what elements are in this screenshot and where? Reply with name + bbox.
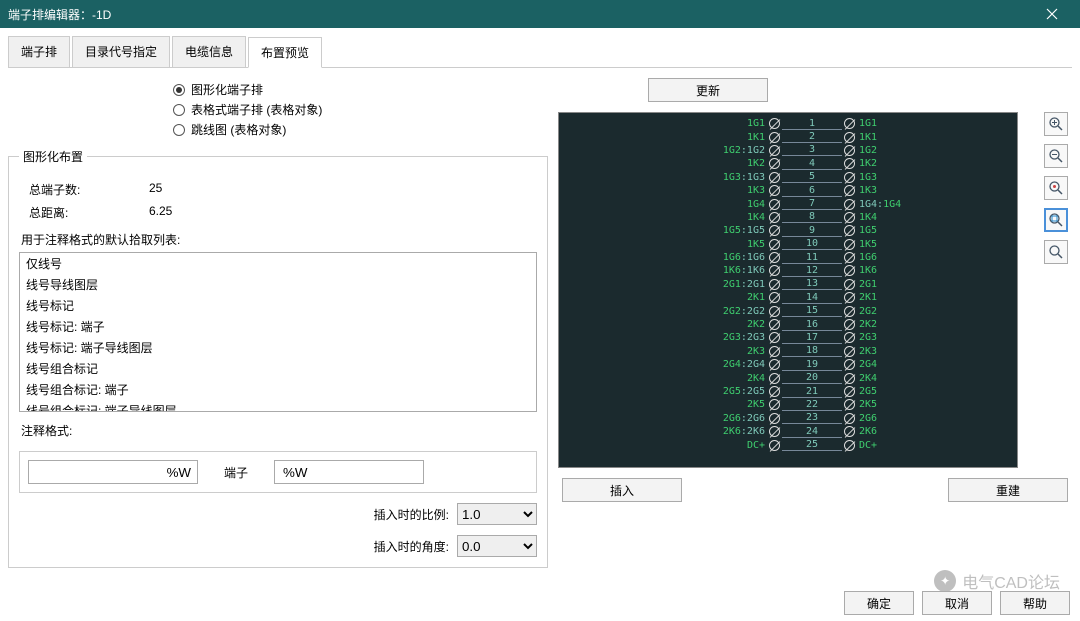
window-title: 端子排编辑器：-1D xyxy=(8,6,111,23)
list-item[interactable]: 线号导线图层 xyxy=(20,274,536,295)
format-mid-label: 端子 xyxy=(206,464,266,481)
format-right-input[interactable] xyxy=(274,460,424,484)
preview-row: 2K1142K1 xyxy=(559,291,1017,304)
pan-button[interactable] xyxy=(1044,240,1068,264)
radio-tabular[interactable]: 表格式端子排 (表格对象) xyxy=(173,101,548,118)
content-area: 图形化端子排 表格式端子排 (表格对象) 跳线图 (表格对象) 图形化布置 总端… xyxy=(0,68,1080,578)
insert-scale-select[interactable]: 1.0 xyxy=(457,503,537,525)
tab-terminal-strip[interactable]: 端子排 xyxy=(8,36,70,67)
tab-cable-info[interactable]: 电缆信息 xyxy=(172,36,246,67)
zoom-window-button[interactable] xyxy=(1044,208,1068,232)
zoom-in-button[interactable] xyxy=(1044,112,1068,136)
list-item[interactable]: 线号标记: 端子 xyxy=(20,316,536,337)
preview-row: 2K5222K5 xyxy=(559,398,1017,411)
tab-bar: 端子排 目录代号指定 电缆信息 布置预览 xyxy=(8,36,1072,68)
display-mode-radios: 图形化端子排 表格式端子排 (表格对象) 跳线图 (表格对象) xyxy=(173,81,548,138)
close-icon xyxy=(1046,8,1058,20)
preview-row: 1K241K2 xyxy=(559,157,1017,170)
preview-row: 2G2:2G2152G2 xyxy=(559,304,1017,317)
preview-row: 2K6:2K6242K6 xyxy=(559,425,1017,438)
total-terminals-label: 总端子数: xyxy=(29,181,149,198)
list-item[interactable]: 仅线号 xyxy=(20,253,536,274)
update-button[interactable]: 更新 xyxy=(648,78,768,102)
insert-angle-label: 插入时的角度: xyxy=(374,538,449,555)
left-panel: 图形化端子排 表格式端子排 (表格对象) 跳线图 (表格对象) 图形化布置 总端… xyxy=(8,78,548,568)
preview-row: DC+25DC+ xyxy=(559,438,1017,451)
list-item[interactable]: 线号标记 xyxy=(20,295,536,316)
preview-row: 2K2162K2 xyxy=(559,318,1017,331)
watermark-text: 电气CAD论坛 xyxy=(962,569,1060,593)
preview-row: 1G471G4:1G4 xyxy=(559,197,1017,210)
radio-jumper[interactable]: 跳线图 (表格对象) xyxy=(173,121,548,138)
total-distance-value: 6.25 xyxy=(149,204,172,221)
preview-row: 1K5101K5 xyxy=(559,238,1017,251)
cancel-button[interactable]: 取消 xyxy=(922,591,992,615)
format-left-input[interactable] xyxy=(28,460,198,484)
group-legend: 图形化布置 xyxy=(19,148,87,165)
radio-icon xyxy=(173,124,185,136)
preview-row: 2K3182K3 xyxy=(559,345,1017,358)
help-button[interactable]: 帮助 xyxy=(1000,591,1070,615)
graphical-layout-group: 图形化布置 总端子数:25 总距离:6.25 用于注释格式的默认拾取列表: 仅线… xyxy=(8,148,548,568)
radio-label: 图形化端子排 xyxy=(191,81,263,98)
preview-row: 1K6:1K6121K6 xyxy=(559,264,1017,277)
total-distance-label: 总距离: xyxy=(29,204,149,221)
wechat-icon: ✦ xyxy=(934,570,956,592)
watermark: ✦ 电气CAD论坛 xyxy=(934,569,1060,593)
zoom-window-icon xyxy=(1048,212,1064,228)
annotation-format-list[interactable]: 仅线号线号导线图层线号标记线号标记: 端子线号标记: 端子导线图层线号组合标记线… xyxy=(19,252,537,412)
rebuild-button[interactable]: 重建 xyxy=(948,478,1068,502)
preview-row: 1G2:1G231G2 xyxy=(559,144,1017,157)
radio-icon xyxy=(173,84,185,96)
preview-row: 2G3:2G3172G3 xyxy=(559,331,1017,344)
preview-row: 1G6:1G6111G6 xyxy=(559,251,1017,264)
radio-label: 跳线图 (表格对象) xyxy=(191,121,286,138)
tab-catalog[interactable]: 目录代号指定 xyxy=(72,36,170,67)
zoom-in-icon xyxy=(1048,116,1064,132)
preview-canvas[interactable]: 1G111G11K121K11G2:1G231G21K241K21G3:1G35… xyxy=(558,112,1018,468)
preview-row: 1K121K1 xyxy=(559,130,1017,143)
preview-row: 2G1:2G1132G1 xyxy=(559,278,1017,291)
preview-row: 2G4:2G4192G4 xyxy=(559,358,1017,371)
preview-row: 1K361K3 xyxy=(559,184,1017,197)
zoom-out-icon xyxy=(1048,148,1064,164)
annotation-format-label: 注释格式: xyxy=(21,422,537,439)
preview-bottom-buttons: 插入 重建 xyxy=(558,478,1072,502)
list-item[interactable]: 线号组合标记 xyxy=(20,358,536,379)
preview-row: 2K4202K4 xyxy=(559,371,1017,384)
annotation-format-box: 端子 xyxy=(19,451,537,493)
dialog-footer: 确定 取消 帮助 xyxy=(844,591,1070,615)
insert-button[interactable]: 插入 xyxy=(562,478,682,502)
list-item[interactable]: 线号标记: 端子导线图层 xyxy=(20,337,536,358)
close-button[interactable] xyxy=(1032,0,1072,28)
list-item[interactable]: 线号组合标记: 端子导线图层 xyxy=(20,400,536,412)
pick-list-label: 用于注释格式的默认拾取列表: xyxy=(21,231,537,248)
radio-icon xyxy=(173,104,185,116)
pan-icon xyxy=(1048,244,1064,260)
preview-row: 1K481K4 xyxy=(559,211,1017,224)
zoom-toolbar xyxy=(1044,112,1072,264)
zoom-out-button[interactable] xyxy=(1044,144,1068,168)
preview-row: 1G111G1 xyxy=(559,117,1017,130)
radio-graphical[interactable]: 图形化端子排 xyxy=(173,81,548,98)
preview-row: 2G5:2G5212G5 xyxy=(559,385,1017,398)
total-terminals-value: 25 xyxy=(149,181,162,198)
tab-layout-preview[interactable]: 布置预览 xyxy=(248,37,322,68)
preview-row: 1G3:1G351G3 xyxy=(559,171,1017,184)
insert-angle-select[interactable]: 0.0 xyxy=(457,535,537,557)
ok-button[interactable]: 确定 xyxy=(844,591,914,615)
titlebar: 端子排编辑器：-1D xyxy=(0,0,1080,28)
right-panel: 更新 1G111G11K121K11G2:1G231G21K241K21G3:1… xyxy=(558,78,1072,568)
list-item[interactable]: 线号组合标记: 端子 xyxy=(20,379,536,400)
zoom-extents-icon xyxy=(1048,180,1064,196)
preview-row: 1G5:1G591G5 xyxy=(559,224,1017,237)
zoom-extents-button[interactable] xyxy=(1044,176,1068,200)
preview-row: 2G6:2G6232G6 xyxy=(559,412,1017,425)
radio-label: 表格式端子排 (表格对象) xyxy=(191,101,322,118)
insert-scale-label: 插入时的比例: xyxy=(374,506,449,523)
